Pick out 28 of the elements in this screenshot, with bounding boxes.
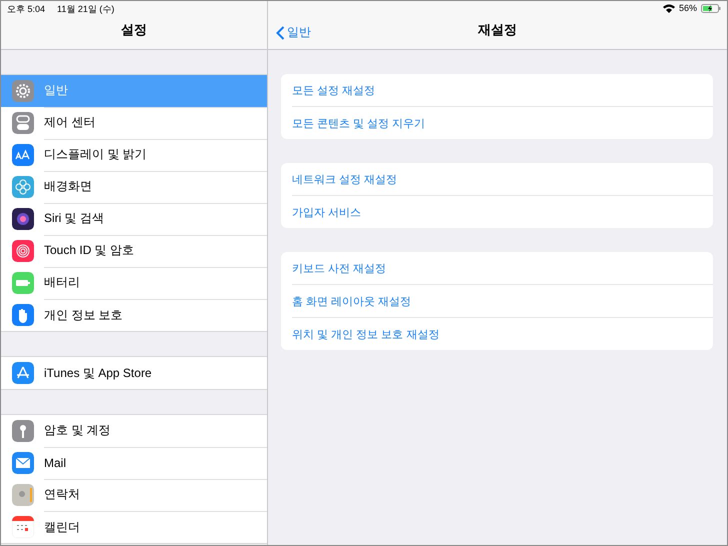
orb-icon — [12, 208, 34, 230]
envelope-icon — [12, 452, 34, 474]
gear-icon — [12, 80, 34, 102]
sidebar-title: 설정 — [121, 21, 147, 39]
key-icon — [12, 420, 34, 442]
reset-option[interactable]: 홈 화면 레이아웃 재설정 — [292, 285, 713, 318]
chevron-left-icon — [276, 26, 285, 40]
wifi-icon — [662, 4, 675, 12]
status-time: 오후 5:04 — [7, 3, 46, 16]
battery-charging-icon — [701, 4, 721, 12]
calendar-icon — [12, 516, 34, 538]
battery-percentage: 56% — [678, 3, 697, 13]
contacts-icon — [12, 484, 34, 506]
status-date: 11월 21일 (수) — [57, 3, 114, 16]
reset-option[interactable]: 모든 콘텐츠 및 설정 지우기 — [292, 107, 713, 139]
battery-icon — [12, 272, 34, 294]
text-size-icon — [12, 144, 34, 166]
reset-option[interactable]: 키보드 사전 재설정 — [292, 252, 713, 285]
hand-icon — [12, 304, 34, 326]
toggles-icon — [12, 112, 34, 134]
back-button[interactable]: 일반 — [276, 24, 311, 41]
reset-option[interactable]: 가입자 서비스 — [292, 196, 713, 228]
app-store-icon — [12, 362, 34, 384]
detail-title: 재설정 — [478, 21, 517, 39]
reset-option[interactable]: 위치 및 개인 정보 보호 재설정 — [292, 318, 713, 350]
flower-icon — [12, 176, 34, 198]
reset-option[interactable]: 네트워크 설정 재설정 — [292, 163, 713, 196]
reset-option[interactable]: 모든 설정 재설정 — [292, 74, 713, 107]
